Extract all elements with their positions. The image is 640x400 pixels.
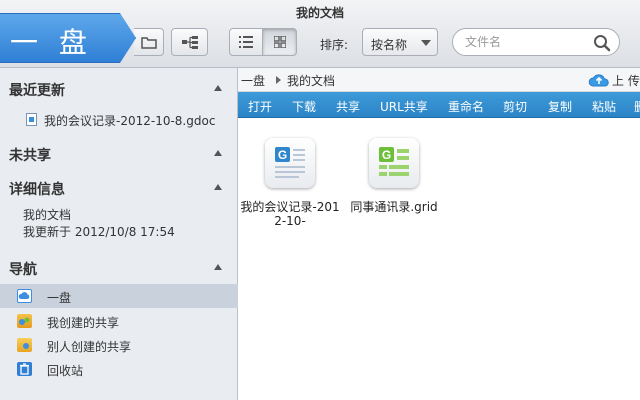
detail-updated: 我更新于 2012/10/8 17:54 — [23, 225, 175, 239]
breadcrumb-root[interactable]: 一盘 — [241, 72, 265, 89]
action-cut[interactable]: 剪切 — [503, 98, 527, 115]
action-copy[interactable]: 复制 — [548, 98, 572, 115]
folder-icon — [140, 37, 157, 49]
recent-file-label: 我的会议记录-2012-10-8.gdoc — [44, 114, 216, 128]
nav-item-label: 一盘 — [47, 291, 72, 305]
brand-label: 一 盘 — [10, 26, 93, 59]
list-view-button[interactable] — [229, 28, 263, 56]
unshared-section-title: 未共享 — [9, 148, 51, 164]
nav-section-header[interactable]: 导航 — [0, 257, 238, 278]
nav-item-label: 回收站 — [47, 364, 84, 378]
recent-section-header[interactable]: 最近更新 — [0, 78, 238, 99]
gdoc-file-icon — [26, 113, 37, 126]
sort-select[interactable]: 按名称 — [362, 28, 438, 56]
recycle-bin-icon — [17, 362, 32, 376]
unshared-section-header[interactable]: 未共享 — [0, 143, 238, 164]
action-share[interactable]: 共享 — [336, 98, 360, 115]
svg-text:G: G — [382, 148, 391, 162]
brand-logo[interactable]: 一 盘 — [0, 13, 136, 63]
details-section-title: 详细信息 — [9, 182, 65, 198]
breadcrumb: 一盘 我的文档 上 传 — [238, 68, 640, 92]
collapse-arrow-icon[interactable] — [214, 150, 222, 156]
action-paste[interactable]: 粘贴 — [592, 98, 616, 115]
cloud-drive-icon — [17, 289, 32, 303]
recent-section-title: 最近更新 — [9, 83, 65, 99]
collapse-arrow-icon[interactable] — [214, 85, 222, 91]
grid-icon: G — [369, 138, 419, 188]
upload-button[interactable]: 上 传 — [588, 72, 640, 90]
nav-item-label: 别人创建的共享 — [47, 340, 132, 354]
action-download[interactable]: 下载 — [292, 98, 316, 115]
nav-item-yipan[interactable]: 一盘 — [0, 284, 238, 308]
upload-label: 上 传 — [612, 74, 640, 88]
grid-view-button[interactable] — [262, 28, 297, 56]
recent-file-item[interactable]: 我的会议记录-2012-10-8.gdoc — [26, 111, 238, 129]
nav-item-my-shares[interactable]: 我创建的共享 — [0, 309, 238, 333]
cloud-upload-icon — [588, 74, 609, 87]
nav-item-others-shares[interactable]: 别人创建的共享 — [0, 333, 238, 357]
nav-section-title: 导航 — [9, 262, 37, 278]
search-box[interactable] — [452, 28, 620, 56]
sort-label: 排序: — [320, 38, 349, 52]
folder-icon — [17, 338, 32, 352]
breadcrumb-separator-icon — [276, 76, 281, 84]
search-input[interactable] — [465, 34, 591, 50]
file-name: 同事通讯录.grid — [350, 200, 438, 214]
hierarchy-icon — [181, 36, 198, 49]
nav-item-recycle-bin[interactable]: 回收站 — [0, 357, 238, 381]
gdoc-icon: G — [265, 138, 315, 188]
hierarchy-button[interactable] — [171, 28, 208, 56]
svg-text:G: G — [278, 148, 287, 162]
sort-value: 按名称 — [371, 38, 408, 52]
list-view-icon — [239, 36, 253, 48]
main-panel: 一盘 我的文档 上 传 打开 下载 共享 URL共享 重命名 剪切 复制 粘贴 … — [238, 68, 640, 400]
collapse-arrow-icon[interactable] — [214, 264, 222, 270]
chevron-down-icon — [421, 40, 431, 46]
detail-name: 我的文档 — [23, 208, 72, 222]
grid-view-icon — [273, 36, 286, 48]
folder-up-button[interactable] — [134, 28, 164, 56]
file-name: 我的会议记录-2012-10- — [240, 200, 340, 228]
action-rename[interactable]: 重命名 — [448, 98, 484, 115]
search-icon[interactable] — [593, 34, 611, 52]
breadcrumb-current[interactable]: 我的文档 — [287, 72, 335, 89]
action-delete[interactable]: 删 — [634, 98, 640, 115]
nav-item-label: 我创建的共享 — [47, 316, 120, 330]
action-url-share[interactable]: URL共享 — [380, 98, 428, 115]
shared-folder-icon — [17, 314, 32, 328]
sidebar: 最近更新 我的会议记录-2012-10-8.gdoc 未共享 详细信息 我的文档… — [0, 68, 238, 400]
action-open[interactable]: 打开 — [248, 98, 272, 115]
details-section-header[interactable]: 详细信息 — [0, 177, 238, 198]
action-bar: 打开 下载 共享 URL共享 重命名 剪切 复制 粘贴 删 — [238, 92, 640, 118]
collapse-arrow-icon[interactable] — [214, 184, 222, 190]
